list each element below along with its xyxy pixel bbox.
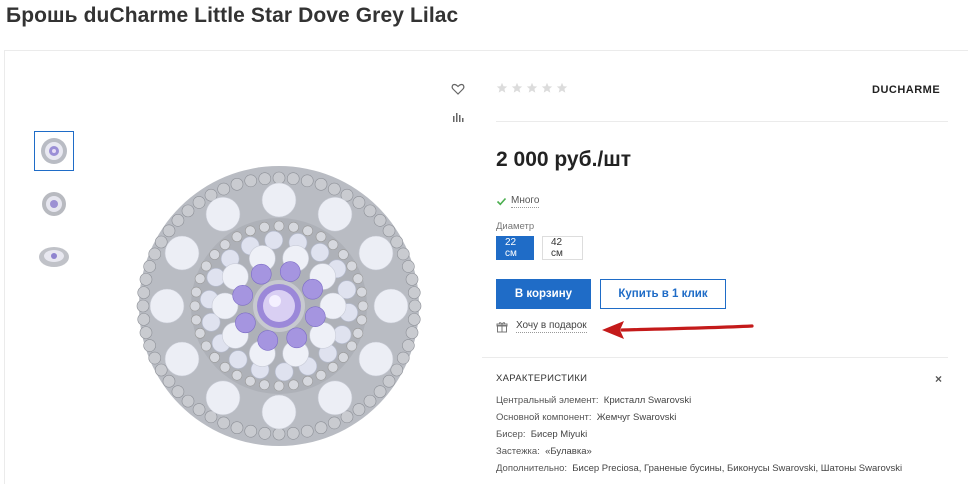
- gift-label: Хочу в подарок: [516, 320, 587, 333]
- page-title: Брошь duCharme Little Star Dove Grey Lil…: [6, 4, 459, 27]
- spec-value: «Булавка»: [545, 446, 592, 457]
- spec-key: Застежка:: [496, 446, 540, 457]
- spec-value: Кристалл Swarovski: [603, 395, 692, 406]
- buy-one-click-button[interactable]: Купить в 1 клик: [600, 279, 726, 309]
- spec-value: Бисер Preciosa, Граненые бусины, Биконус…: [572, 463, 903, 474]
- add-to-cart-button[interactable]: В корзину: [496, 279, 591, 309]
- divider: [482, 357, 948, 358]
- gift-wish-link[interactable]: Хочу в подарок: [496, 320, 587, 333]
- spec-key: Бисер:: [496, 429, 526, 440]
- star-icon[interactable]: [496, 82, 508, 94]
- spec-row: Дополнительно: Бисер Preciosa, Граненые …: [496, 460, 902, 477]
- spec-row: Застежка: «Булавка»: [496, 443, 902, 460]
- rating-stars: [496, 82, 568, 94]
- specs-title: ХАРАКТЕРИСТИКИ: [496, 373, 588, 384]
- option-22cm[interactable]: 22 см: [496, 236, 534, 260]
- brand-logo[interactable]: DUCHARME: [872, 84, 940, 96]
- price: 2 000 руб./шт: [496, 148, 632, 171]
- star-icon[interactable]: [526, 82, 538, 94]
- bar-chart-icon[interactable]: [451, 110, 465, 124]
- divider: [496, 121, 948, 122]
- specs-list: Центральный элемент: Кристалл Swarovski …: [496, 392, 902, 477]
- option-label: Диаметр: [496, 221, 535, 232]
- side-icons: [451, 82, 465, 138]
- check-icon: [496, 197, 507, 206]
- thumbnail-1[interactable]: [34, 131, 74, 171]
- gift-icon: [496, 321, 508, 332]
- heart-icon[interactable]: [451, 82, 465, 96]
- thumbnail-3[interactable]: [34, 237, 74, 277]
- red-arrow-annotation: [602, 321, 754, 339]
- spec-row: Основной компонент: Жемчуг Swarovski: [496, 409, 902, 426]
- stock-label[interactable]: Много: [511, 195, 540, 208]
- spec-key: Центральный элемент:: [496, 395, 599, 406]
- spec-key: Дополнительно:: [496, 463, 568, 474]
- spec-row: Центральный элемент: Кристалл Swarovski: [496, 392, 902, 409]
- star-icon[interactable]: [556, 82, 568, 94]
- star-icon[interactable]: [511, 82, 523, 94]
- spec-value: Бисер Miyuki: [530, 429, 588, 440]
- spec-value: Жемчуг Swarovski: [596, 412, 677, 423]
- stock-status: Много: [496, 195, 540, 208]
- thumbnail-2[interactable]: [34, 184, 74, 224]
- option-list: 22 см 42 см: [496, 236, 583, 260]
- close-icon[interactable]: ×: [935, 372, 942, 386]
- option-42cm[interactable]: 42 см: [542, 236, 583, 260]
- spec-key: Основной компонент:: [496, 412, 592, 423]
- star-icon[interactable]: [541, 82, 553, 94]
- spec-row: Бисер: Бисер Miyuki: [496, 426, 902, 443]
- product-image[interactable]: [118, 145, 440, 472]
- thumbnail-list: [34, 131, 74, 290]
